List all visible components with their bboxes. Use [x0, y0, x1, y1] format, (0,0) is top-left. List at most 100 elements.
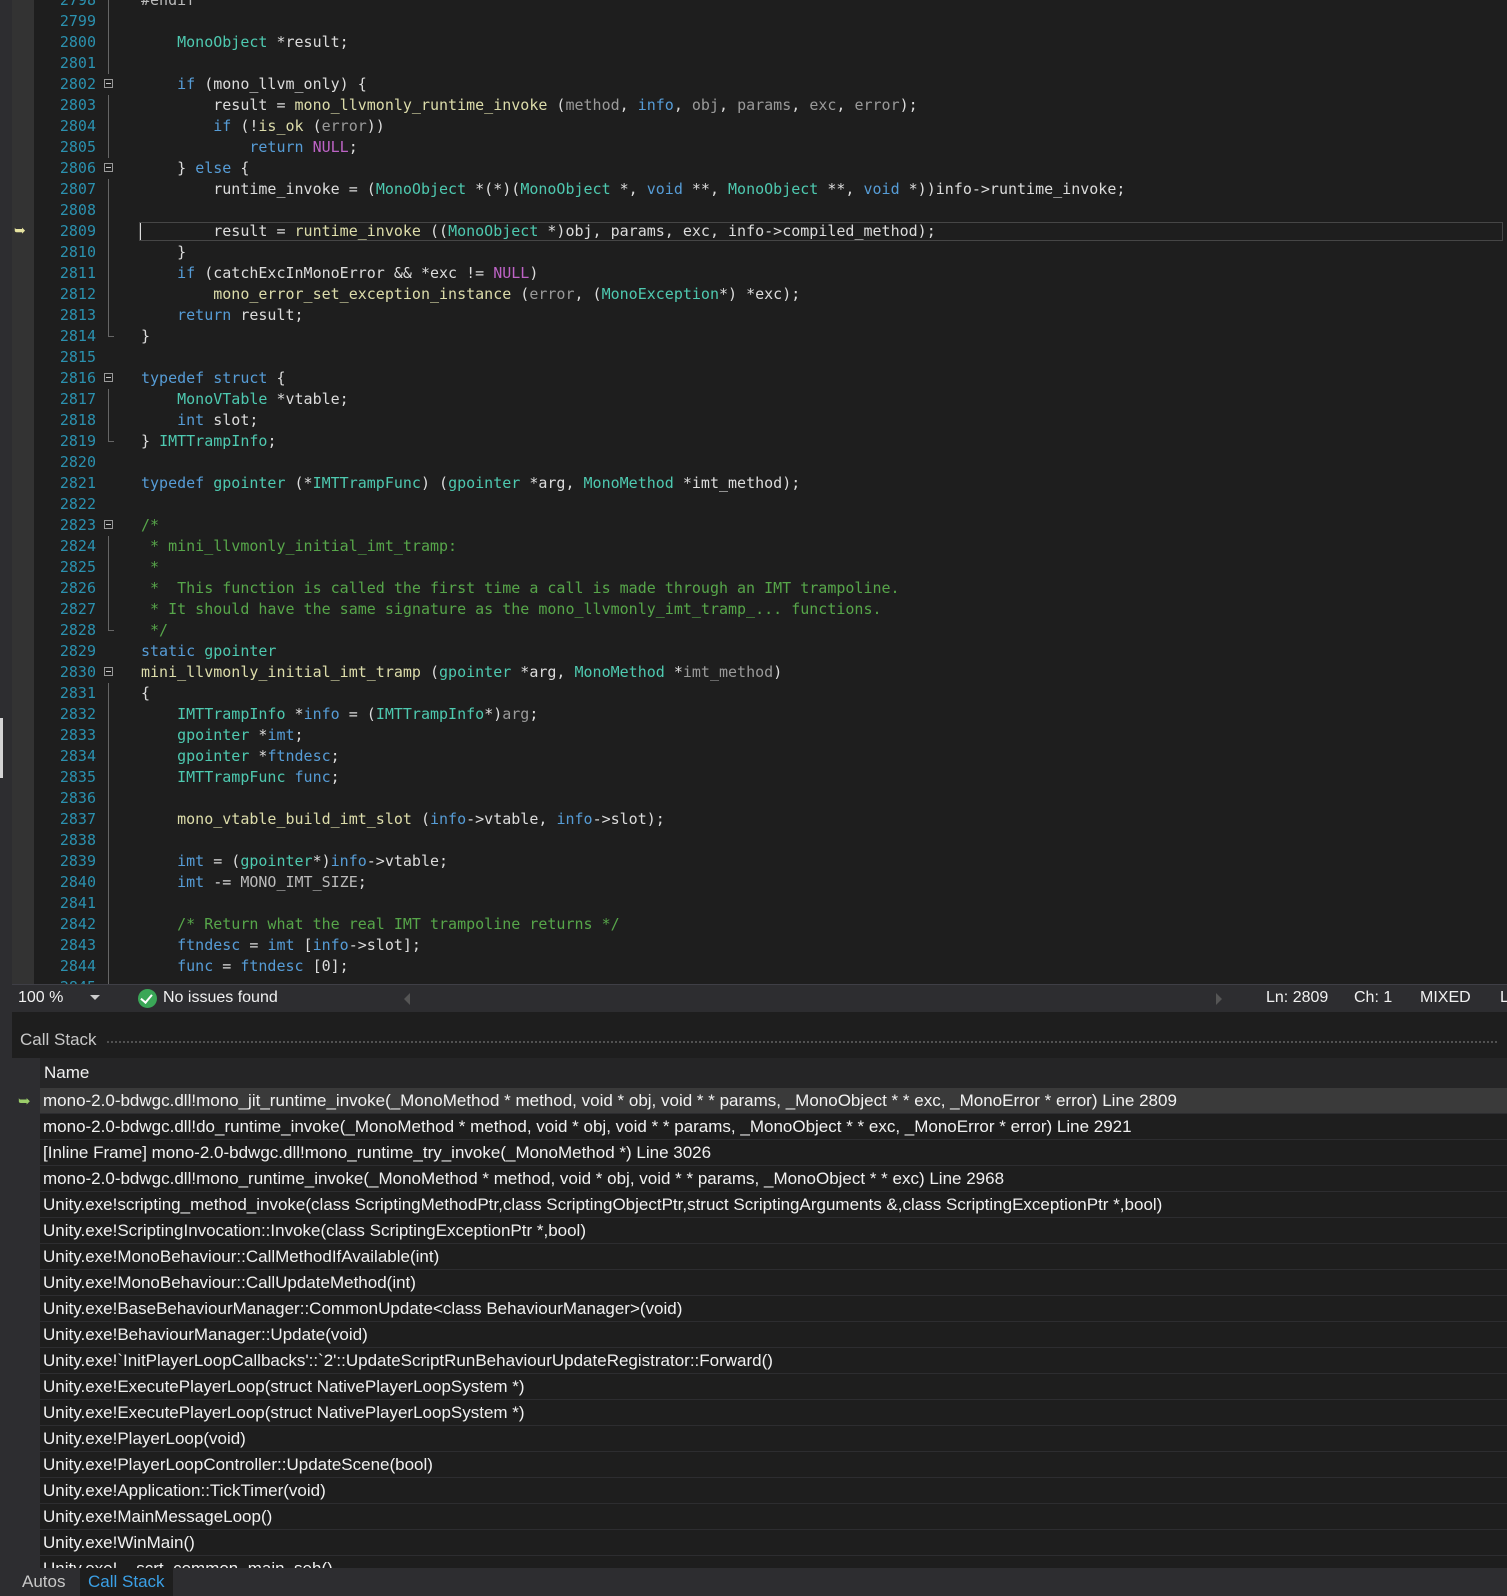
code-line[interactable]: 2821 typedef gpointer (*IMTTrampFunc) (gp…: [34, 473, 1507, 494]
call-stack-frame[interactable]: [Inline Frame] mono-2.0-bdwgc.dll!mono_r…: [12, 1140, 1507, 1166]
code-text[interactable]: *: [141, 557, 159, 578]
collapse-icon[interactable]: [104, 373, 113, 382]
code-line[interactable]: 2819} IMTTrampInfo;: [34, 431, 1507, 452]
code-text[interactable]: mini_llvmonly_initial_imt_tramp (gpointe…: [141, 662, 782, 683]
code-line[interactable]: 2816 typedef struct {: [34, 368, 1507, 389]
zoom-dropdown-icon[interactable]: [90, 995, 100, 1000]
code-line[interactable]: 2845: [34, 977, 1507, 984]
scroll-left-icon[interactable]: [404, 993, 410, 1005]
code-line[interactable]: 2817 MonoVTable *vtable;: [34, 389, 1507, 410]
call-stack-frame[interactable]: Unity.exe!MonoBehaviour::CallUpdateMetho…: [12, 1270, 1507, 1296]
zoom-level[interactable]: 100 %: [18, 989, 63, 1007]
code-line[interactable]: 2833 gpointer *imt;: [34, 725, 1507, 746]
code-text[interactable]: mono_error_set_exception_instance (error…: [141, 284, 800, 305]
collapse-icon[interactable]: [104, 163, 113, 172]
code-text[interactable]: ftndesc = imt [info->slot];: [141, 935, 421, 956]
call-stack-frame[interactable]: Unity.exe!scripting_method_invoke(class …: [12, 1192, 1507, 1218]
tab-call-stack[interactable]: Call Stack: [80, 1568, 173, 1596]
code-text[interactable]: if (mono_llvm_only) {: [141, 74, 367, 95]
call-stack-frame[interactable]: Unity.exe!`InitPlayerLoopCallbacks'::`2'…: [12, 1348, 1507, 1374]
code-text[interactable]: MonoVTable *vtable;: [141, 389, 349, 410]
code-text[interactable]: mono_vtable_build_imt_slot (info->vtable…: [141, 809, 665, 830]
call-stack-frame[interactable]: Unity.exe!BaseBehaviourManager::CommonUp…: [12, 1296, 1507, 1322]
code-text[interactable]: result = runtime_invoke ((MonoObject *)o…: [141, 221, 936, 242]
code-text[interactable]: MonoObject *result;: [141, 32, 349, 53]
code-text[interactable]: imt -= MONO_IMT_SIZE;: [141, 872, 367, 893]
code-line[interactable]: 2803 result = mono_llvmonly_runtime_invo…: [34, 95, 1507, 116]
code-line[interactable]: 2809 ➥ result = runtime_invoke ((MonoObje…: [14, 221, 1507, 242]
code-line[interactable]: 2805 return NULL;: [34, 137, 1507, 158]
call-stack-frame[interactable]: Unity.exe!ExecutePlayerLoop(struct Nativ…: [12, 1400, 1507, 1426]
code-line[interactable]: 2842 /* Return what the real IMT trampol…: [34, 914, 1507, 935]
code-text[interactable]: }: [141, 242, 186, 263]
code-line[interactable]: 2800 MonoObject *result;: [34, 32, 1507, 53]
code-text[interactable]: IMTTrampFunc func;: [141, 767, 340, 788]
call-stack-frame[interactable]: Unity.exe!PlayerLoopController::UpdateSc…: [12, 1452, 1507, 1478]
code-line[interactable]: 2799: [34, 11, 1507, 32]
code-line[interactable]: 2823 /*: [34, 515, 1507, 536]
code-text[interactable]: runtime_invoke = (MonoObject *(*)(MonoOb…: [141, 179, 1125, 200]
code-text[interactable]: typedef struct {: [141, 368, 286, 389]
code-text[interactable]: }: [141, 326, 150, 347]
line-indicator[interactable]: Ln: 2809: [1266, 989, 1328, 1007]
code-line[interactable]: 2838: [34, 830, 1507, 851]
code-text[interactable]: return result;: [141, 305, 303, 326]
call-stack-frame[interactable]: Unity.exe!MonoBehaviour::CallMethodIfAva…: [12, 1244, 1507, 1270]
code-line[interactable]: 2810 }: [34, 242, 1507, 263]
current-statement-arrow-icon[interactable]: ➥: [14, 221, 26, 242]
code-line[interactable]: 2801: [34, 53, 1507, 74]
call-stack-frame[interactable]: mono-2.0-bdwgc.dll!do_runtime_invoke(_Mo…: [12, 1114, 1507, 1140]
line-ending-mode[interactable]: MIXED: [1420, 989, 1471, 1007]
issues-status[interactable]: No issues found: [163, 989, 278, 1007]
code-text[interactable]: static gpointer: [141, 641, 276, 662]
collapse-icon[interactable]: [104, 79, 113, 88]
code-line[interactable]: 2806 } else {: [34, 158, 1507, 179]
code-line[interactable]: 2804 if (!is_ok (error)): [34, 116, 1507, 137]
panel-drag-handle[interactable]: [106, 1040, 1497, 1044]
fold-margin[interactable]: [100, 515, 116, 536]
code-text[interactable]: imt = (gpointer*)info->vtable;: [141, 851, 448, 872]
code-line[interactable]: 2807 runtime_invoke = (MonoObject *(*)(M…: [34, 179, 1507, 200]
code-line[interactable]: 2811 if (catchExcInMonoError && *exc != …: [34, 263, 1507, 284]
code-line[interactable]: 2825 *: [34, 557, 1507, 578]
call-stack-frame[interactable]: Unity.exe!MainMessageLoop(): [12, 1504, 1507, 1530]
code-line[interactable]: 2831 {: [34, 683, 1507, 704]
code-line[interactable]: 2829 static gpointer: [34, 641, 1507, 662]
code-text[interactable]: } else {: [141, 158, 249, 179]
code-line[interactable]: 2815: [34, 347, 1507, 368]
code-line[interactable]: 2813 return result;: [34, 305, 1507, 326]
code-text[interactable]: return NULL;: [141, 137, 357, 158]
code-line[interactable]: 2827 * It should have the same signature…: [34, 599, 1507, 620]
code-text[interactable]: IMTTrampInfo *info = (IMTTrampInfo*)arg;: [141, 704, 538, 725]
code-line[interactable]: 2830 mini_llvmonly_initial_imt_tramp (gpo…: [34, 662, 1507, 683]
fold-margin[interactable]: [100, 158, 116, 179]
code-line[interactable]: 2826 * This function is called the first…: [34, 578, 1507, 599]
code-text[interactable]: } IMTTrampInfo;: [141, 431, 276, 452]
code-text[interactable]: func = ftndesc [0];: [141, 956, 349, 977]
call-stack-frame[interactable]: Unity.exe!ScriptingInvocation::Invoke(cl…: [12, 1218, 1507, 1244]
code-text[interactable]: #endif: [141, 0, 195, 11]
code-text[interactable]: * mini_llvmonly_initial_imt_tramp:: [141, 536, 457, 557]
code-line[interactable]: 2822: [34, 494, 1507, 515]
code-text[interactable]: if (!is_ok (error)): [141, 116, 385, 137]
code-text[interactable]: * This function is called the first time…: [141, 578, 900, 599]
code-text[interactable]: {: [141, 683, 150, 704]
code-line[interactable]: 2835 IMTTrampFunc func;: [34, 767, 1507, 788]
code-editor[interactable]: 2798 #endif 2799 2800 MonoObject *result; 28…: [12, 0, 1507, 984]
code-text[interactable]: gpointer *imt;: [141, 725, 303, 746]
code-line[interactable]: 2844 func = ftndesc [0];: [34, 956, 1507, 977]
code-text[interactable]: /* Return what the real IMT trampoline r…: [141, 914, 620, 935]
collapse-icon[interactable]: [104, 520, 113, 529]
code-line[interactable]: 2808: [34, 200, 1507, 221]
code-text[interactable]: * It should have the same signature as t…: [141, 599, 882, 620]
code-line[interactable]: 2832 IMTTrampInfo *info = (IMTTrampInfo*…: [34, 704, 1507, 725]
code-text[interactable]: */: [141, 620, 168, 641]
code-line[interactable]: 2828 */: [34, 620, 1507, 641]
code-line[interactable]: 2818 int slot;: [34, 410, 1507, 431]
column-header-name[interactable]: Name: [44, 1063, 89, 1083]
code-line[interactable]: 2814}: [34, 326, 1507, 347]
code-line[interactable]: 2798 #endif: [34, 0, 1507, 11]
scroll-right-icon[interactable]: [1216, 993, 1222, 1005]
fold-margin[interactable]: [100, 74, 116, 95]
code-line[interactable]: 2841: [34, 893, 1507, 914]
